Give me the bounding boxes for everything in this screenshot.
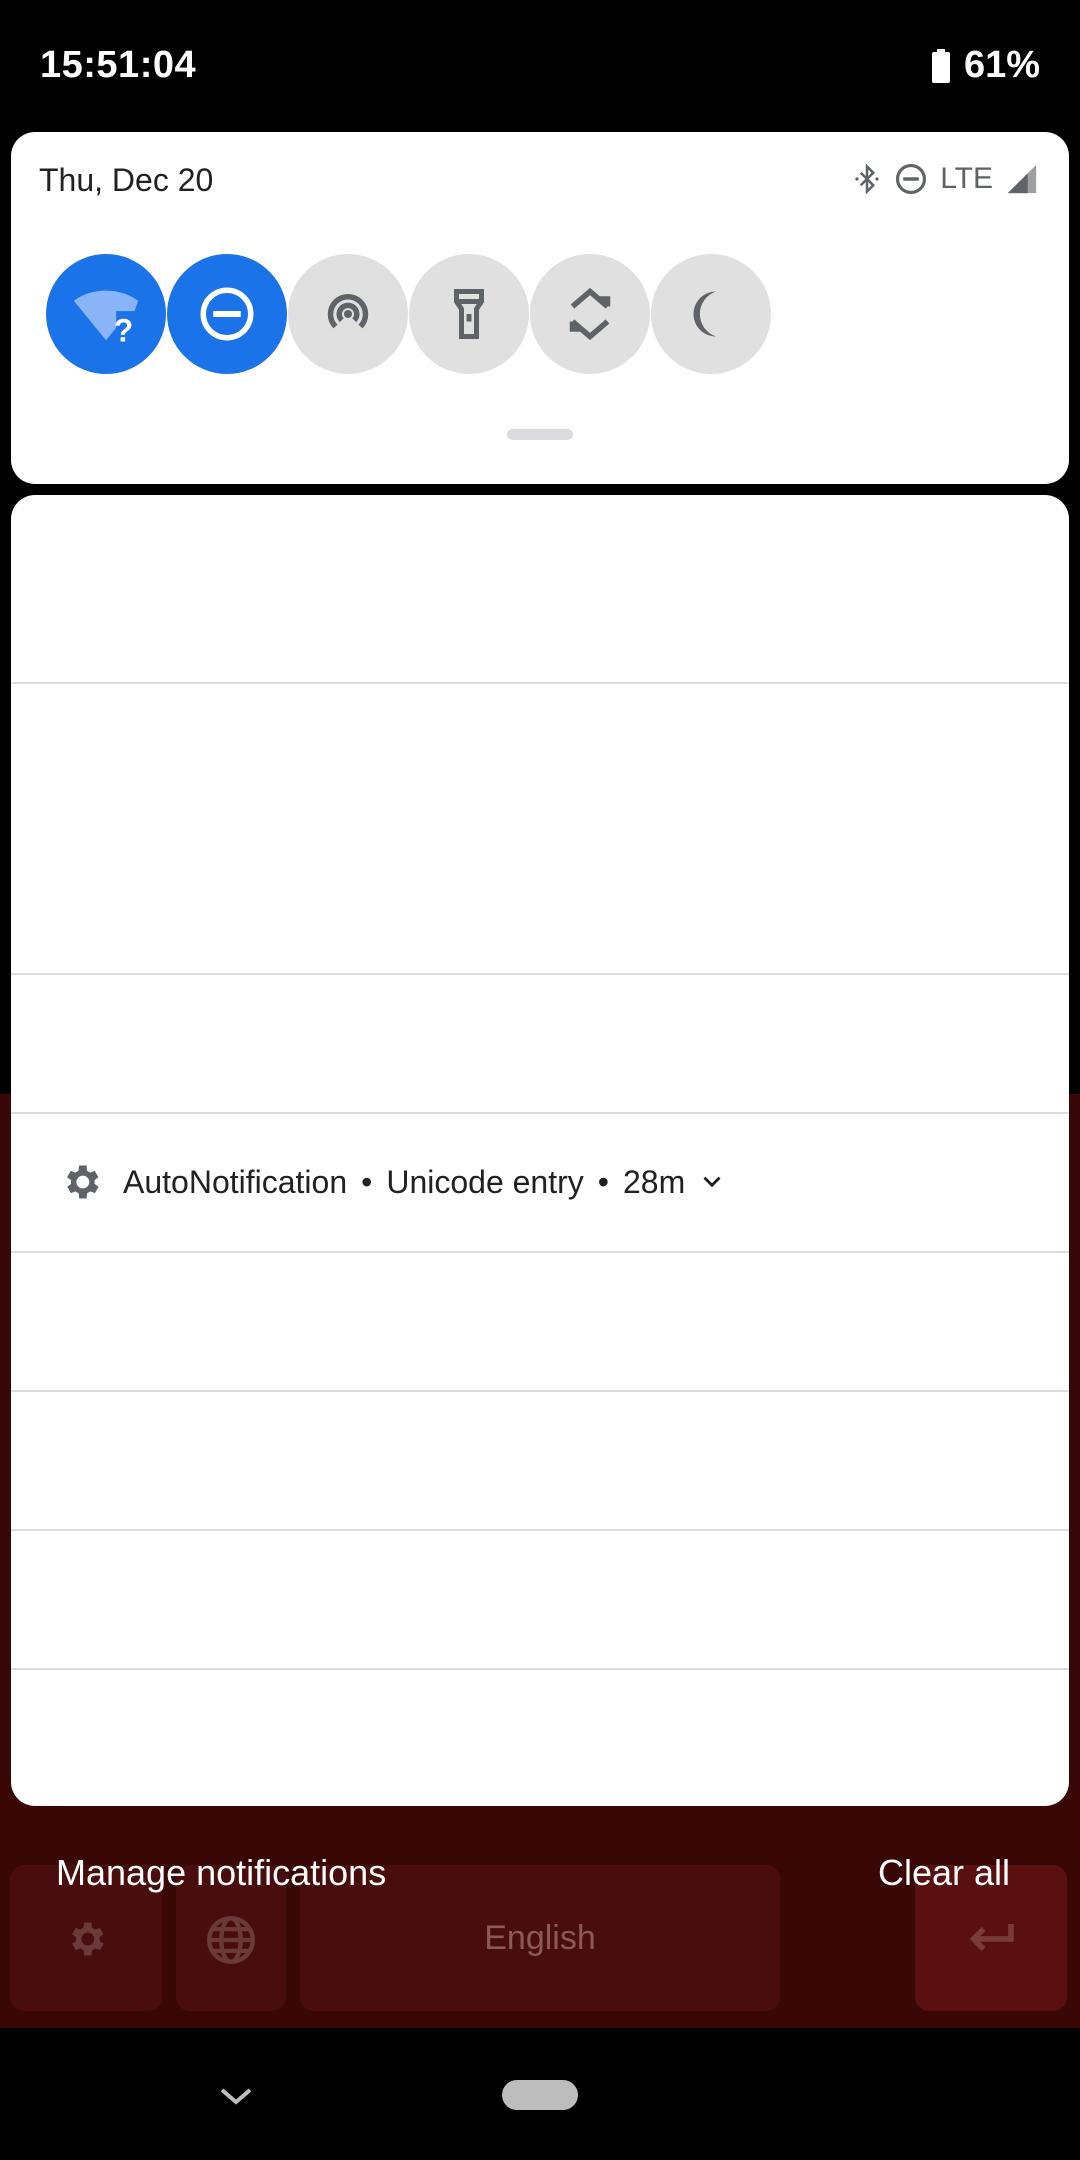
svg-text:?: ? (114, 313, 134, 349)
wifi-question-icon: ? (73, 290, 139, 349)
notification-item[interactable]: AutoNotification • Unicode entry • 28m (11, 1113, 1069, 1251)
divider (11, 1390, 1069, 1392)
battery-percent: 61% (963, 44, 1040, 86)
divider (11, 1529, 1069, 1531)
nav-collapse-chevron-icon[interactable] (216, 2082, 256, 2110)
dnd-status-icon (896, 163, 927, 195)
qs-expand-handle[interactable] (507, 429, 573, 440)
gear-icon (64, 1917, 108, 1961)
qs-tile-flashlight[interactable] (409, 254, 529, 374)
manage-notifications-button[interactable]: Manage notifications (56, 1852, 386, 1894)
qs-tile-wifi[interactable]: ? (46, 254, 166, 374)
enter-arrow-icon (961, 1909, 1021, 1969)
qs-date[interactable]: Thu, Dec 20 (39, 162, 213, 199)
notification-panel: AutoNotification • Unicode entry • 28m (11, 495, 1069, 1806)
divider (11, 1251, 1069, 1253)
globe-icon (202, 1911, 260, 1969)
notification-header: AutoNotification • Unicode entry • 28m (123, 1164, 725, 1201)
clear-all-button[interactable]: Clear all (878, 1852, 1010, 1894)
dnd-icon (200, 287, 254, 341)
notification-channel: Unicode entry (386, 1163, 584, 1200)
hotspot-icon (327, 294, 369, 329)
qs-tile-night-light[interactable] (651, 254, 771, 374)
qs-status-icons: LTE (852, 162, 1039, 196)
signal-icon (1007, 164, 1037, 194)
flashlight-icon (454, 289, 484, 339)
status-bar: 15:51:04 61% (0, 0, 1080, 132)
separator: • (361, 1163, 373, 1200)
notification-app-name: AutoNotification (123, 1163, 348, 1200)
notification-time: 28m (622, 1163, 686, 1200)
rotate-icon (569, 287, 611, 341)
qs-tile-do-not-disturb[interactable] (167, 254, 287, 374)
moon-icon (693, 291, 716, 337)
quick-settings-panel: Thu, Dec 20 LTE ? (11, 132, 1069, 484)
status-right-group: 61% (931, 44, 1040, 87)
qs-tile-auto-rotate[interactable] (530, 254, 650, 374)
divider (11, 973, 1069, 975)
gear-icon (67, 1165, 99, 1199)
separator: • (597, 1163, 609, 1200)
battery-icon (931, 48, 950, 83)
divider (11, 1668, 1069, 1670)
nav-home-pill[interactable] (502, 2080, 578, 2110)
chevron-down-icon[interactable] (699, 1169, 725, 1195)
qs-tile-hotspot[interactable] (288, 254, 408, 374)
bluetooth-icon (855, 163, 879, 195)
divider (11, 682, 1069, 684)
space-label: English (484, 1918, 596, 1957)
clock: 15:51:04 (40, 44, 197, 86)
network-type-label: LTE (940, 162, 993, 195)
